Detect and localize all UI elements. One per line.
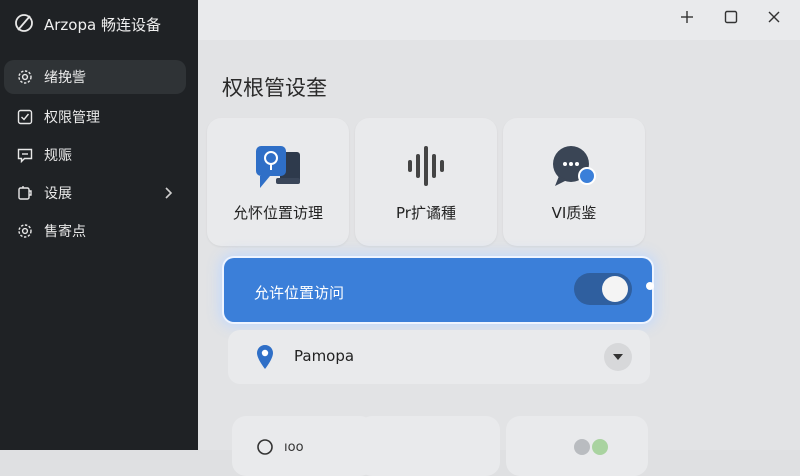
maximize-button[interactable] [716,6,746,28]
card-chat[interactable]: VI质鉴 [503,118,645,246]
sidebar-item-label: 绪挽訾 [44,70,86,86]
card-location[interactable]: 允怀位置访理 [207,118,349,246]
sidebar-item-2[interactable]: 规赈 [4,138,186,172]
checkbox-icon [16,108,34,126]
close-button[interactable] [759,6,789,28]
square-icon [724,10,738,24]
card-label: Pr扩谲種 [396,204,456,222]
gear-icon [16,222,34,240]
close-icon [768,11,780,23]
chat-bubble-icon [503,142,645,190]
app-logo-icon [15,14,33,32]
audio-wave-icon [355,142,497,190]
page-title: 权根管设奎 [222,76,327,100]
sidebar-item-3[interactable]: 设展 [4,176,186,210]
window-title-bar [198,0,800,40]
card-audio[interactable]: Pr扩谲種 [355,118,497,246]
chevron-right-icon [165,187,173,199]
sidebar-item-4[interactable]: 售寄点 [4,214,186,248]
app-title-bar: Arzopa 畅连设备 [0,0,198,46]
clock-icon [257,439,273,455]
permission-label: 允许位置访问 [254,284,345,302]
location-pin-icon [257,345,273,369]
toggle-knob [602,276,628,302]
card-label: VI质鉴 [551,204,597,222]
location-permission-row[interactable]: 允许位置访问 [224,258,652,322]
bottom-card-1[interactable] [358,416,500,476]
color-dots-icon [574,439,608,455]
sidebar: Arzopa 畅连设备 绪挽訾 权限管理 规赈 设展 售寄点 [0,0,198,450]
extension-icon [16,184,34,202]
app-title: Arzopa 畅连设备 [44,16,161,34]
gear-icon [16,68,34,86]
caret-down-icon [613,354,623,360]
sidebar-item-1[interactable]: 权限管理 [4,100,186,134]
sidebar-item-0[interactable]: 绪挽訾 [4,60,186,94]
bottom-card-text: ıoo [284,440,304,455]
location-devices-icon [207,142,349,190]
plus-icon [681,11,693,23]
card-label: 允怀位置访理 [232,204,323,222]
location-permission-toggle[interactable] [574,273,632,305]
dropdown-button[interactable] [604,343,632,371]
bottom-card-0[interactable]: ıoo [232,416,374,476]
sidebar-item-label: 设展 [44,186,72,202]
bottom-card-2[interactable] [506,416,648,476]
message-icon [16,146,34,164]
sidebar-item-label: 权限管理 [44,110,100,126]
location-select-value: Pamopa [294,347,355,365]
sidebar-item-label: 售寄点 [44,224,86,240]
sidebar-item-label: 规赈 [44,148,72,164]
location-select[interactable]: Pamopa [228,330,650,384]
resize-handle[interactable] [646,282,654,290]
minimize-button[interactable] [672,6,702,28]
